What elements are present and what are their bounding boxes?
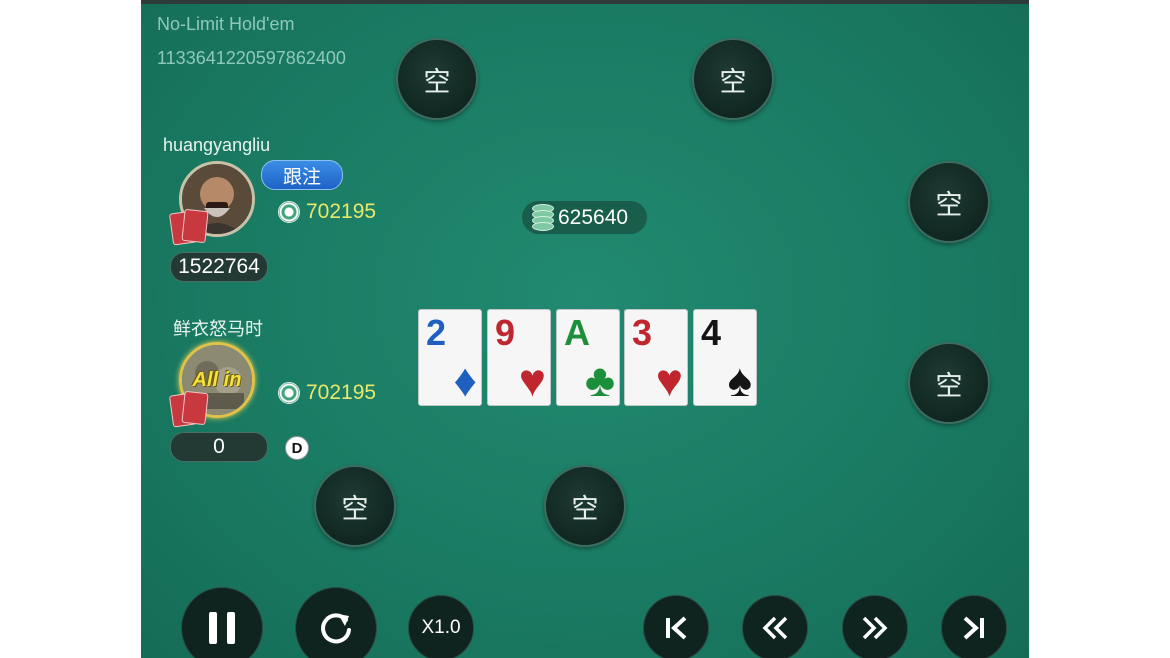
board-card: 9 ♥ <box>487 309 551 406</box>
hand-id-label: 1133641220597862400 <box>157 48 346 68</box>
replay-button[interactable] <box>295 587 377 658</box>
heart-icon: ♥ <box>518 354 546 406</box>
speed-label: X1.0 <box>421 617 461 638</box>
skip-to-end-icon <box>963 616 984 640</box>
poker-table: No-Limit Hold'em 1133641220597862400 空 空… <box>141 0 1029 658</box>
card-rank: A <box>564 312 590 353</box>
player-bet: 702195 <box>278 381 376 405</box>
club-icon: ♣ <box>584 354 615 406</box>
pause-icon <box>209 612 235 644</box>
empty-seat[interactable]: 空 <box>396 38 478 120</box>
top-bar <box>141 0 1029 4</box>
player-name: 鲜衣怒马时 <box>173 319 263 339</box>
board-card: 4 ♠ <box>693 309 757 406</box>
chip-icon <box>278 382 300 404</box>
chip-icon <box>278 201 300 223</box>
board-card: 2 ♦ <box>418 309 482 406</box>
hole-cards-icon <box>168 390 209 428</box>
hole-cards-icon <box>168 208 209 246</box>
skip-to-end-button[interactable] <box>941 595 1007 658</box>
dealer-button: D <box>285 436 309 460</box>
pot-amount: 625640 <box>558 205 629 229</box>
fast-forward-button[interactable] <box>842 595 908 658</box>
board-card: 3 ♥ <box>624 309 688 406</box>
card-rank: 3 <box>632 312 653 353</box>
skip-to-start-icon <box>666 616 687 640</box>
empty-seat[interactable]: 空 <box>908 342 990 424</box>
skip-to-start-button[interactable] <box>643 595 709 658</box>
empty-seat[interactable]: 空 <box>544 465 626 547</box>
replay-icon <box>321 613 351 644</box>
fast-forward-icon <box>862 616 888 640</box>
player-bet: 702195 <box>278 200 376 224</box>
card-rank: 2 <box>426 312 447 353</box>
card-rank: 4 <box>701 312 722 353</box>
action-badge-call: 跟注 <box>261 160 343 190</box>
empty-seat[interactable]: 空 <box>692 38 774 120</box>
player-stack: 0 <box>170 432 268 462</box>
all-in-label: All in <box>192 369 242 391</box>
bet-amount: 702195 <box>306 200 377 223</box>
chip-stack-icon <box>532 203 554 232</box>
bet-amount: 702195 <box>306 381 377 404</box>
player-stack: 1522764 <box>170 252 268 282</box>
pot-display: 625640 <box>522 201 647 234</box>
playback-speed-button[interactable]: X1.0 <box>408 595 474 658</box>
diamond-icon: ♦ <box>453 354 477 406</box>
card-rank: 9 <box>495 312 516 353</box>
rewind-button[interactable] <box>742 595 808 658</box>
board-card: A ♣ <box>556 309 620 406</box>
heart-icon: ♥ <box>655 354 683 406</box>
empty-seat[interactable]: 空 <box>314 465 396 547</box>
empty-seat[interactable]: 空 <box>908 161 990 243</box>
game-type-label: No-Limit Hold'em <box>157 14 295 34</box>
player-name: huangyangliu <box>163 135 271 155</box>
pause-button[interactable] <box>181 587 263 658</box>
rewind-icon <box>762 616 788 640</box>
spade-icon: ♠ <box>727 354 752 406</box>
